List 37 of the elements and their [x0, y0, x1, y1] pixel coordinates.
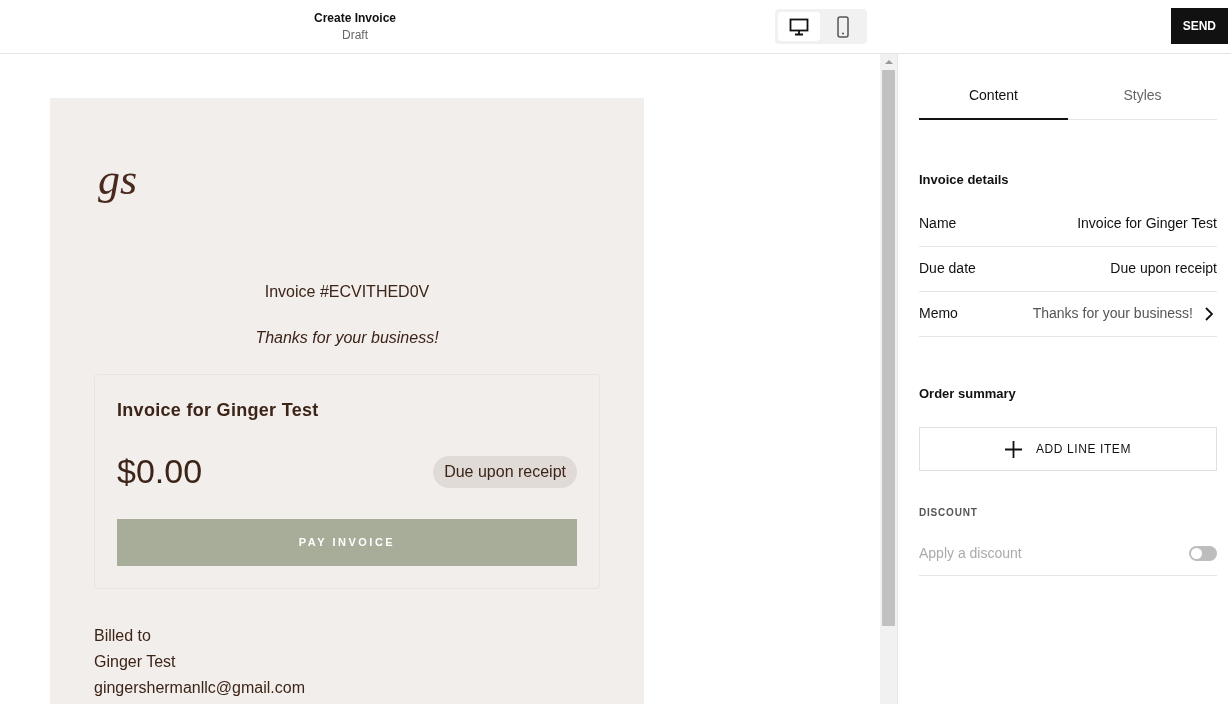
detail-label: Due date [919, 259, 976, 278]
discount-heading: DISCOUNT [919, 506, 979, 520]
detail-value: Thanks for your business! [1032, 304, 1193, 323]
chevron-right-icon [1205, 306, 1213, 321]
detail-label: Memo [919, 304, 958, 323]
billing-text: Billed to [94, 626, 152, 646]
detail-value: Invoice for Ginger Test [1077, 214, 1217, 233]
detail-row[interactable]: Memo Thanks for your business! [919, 291, 1217, 337]
send-button[interactable]: SEND [1170, 8, 1228, 44]
section-heading: Order summary [919, 384, 1017, 403]
scrollbar-thumb[interactable] [882, 70, 895, 626]
panel-tab[interactable]: Content [919, 73, 1068, 120]
billing-text: Ginger Test [94, 652, 177, 672]
memo-text: Thanks for your business! [254, 328, 440, 348]
discount-label: Apply a discount [919, 544, 1022, 563]
detail-value: Due upon receipt [1110, 259, 1217, 278]
section-heading: Invoice details [919, 171, 1010, 189]
due-badge: Due upon receipt [433, 455, 577, 488]
phone-icon [837, 15, 849, 38]
page-title: Create Invoice [313, 9, 396, 26]
plus-icon [1004, 440, 1022, 458]
amount: $0.00 [117, 451, 203, 492]
scroll-up-icon[interactable] [884, 60, 893, 64]
panel-tab[interactable]: Styles [1068, 73, 1217, 120]
detail-row[interactable]: Name Invoice for Ginger Test [919, 201, 1217, 247]
detail-row[interactable]: Due date Due upon receipt [919, 246, 1217, 292]
logo: gs [97, 154, 139, 206]
status-label: Draft [342, 26, 368, 44]
invoice-number: Invoice #ECVITHED0V [263, 282, 431, 302]
desktop-icon [789, 17, 809, 36]
discount-toggle[interactable] [1189, 546, 1217, 561]
desktop-view-button[interactable] [778, 12, 820, 41]
add-line-item-button[interactable]: ADD LINE ITEM [919, 427, 1217, 471]
billing-text: gingershermanllc@gmail.com [94, 678, 306, 698]
button-label: ADD LINE ITEM [1035, 441, 1132, 458]
card-title: Invoice for Ginger Test [117, 399, 320, 422]
detail-label: Name [919, 214, 957, 233]
